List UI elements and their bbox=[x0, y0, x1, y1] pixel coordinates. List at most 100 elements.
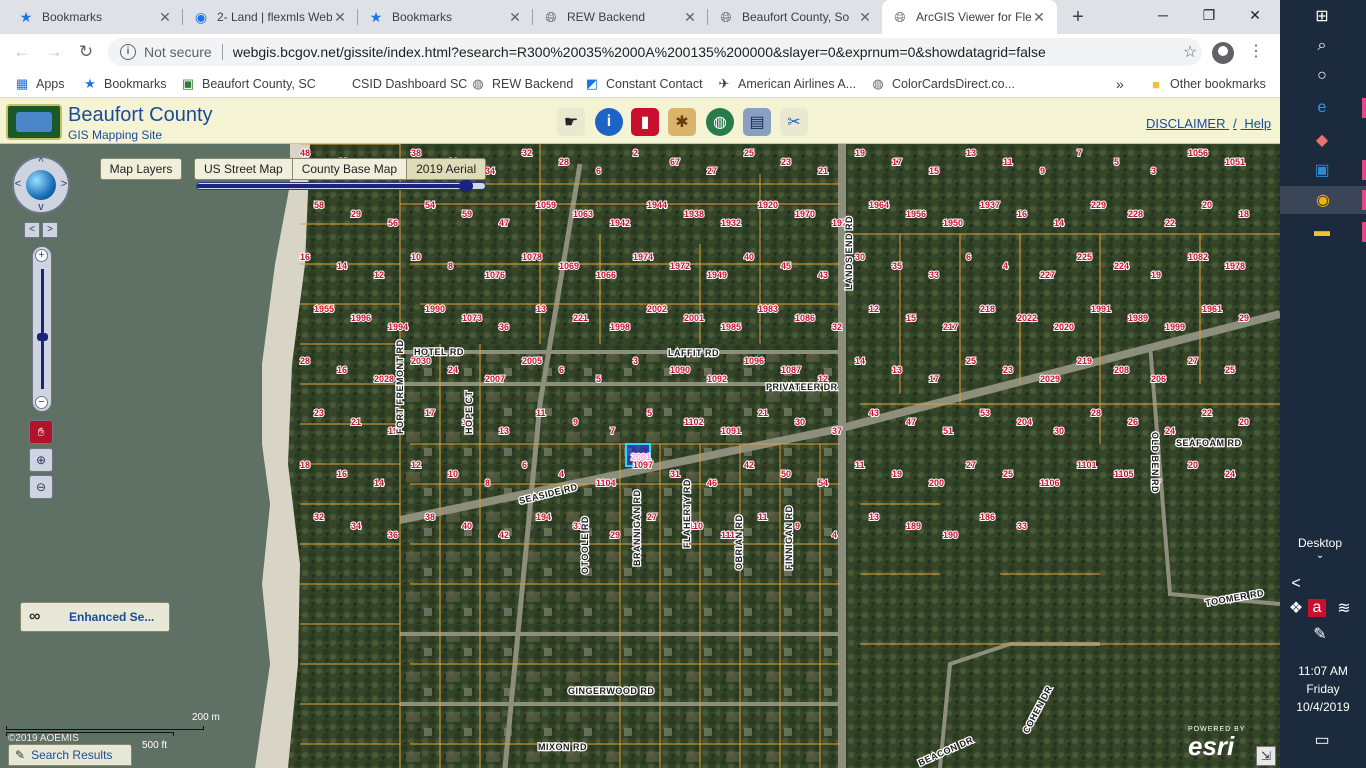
new-tab-button[interactable]: + bbox=[1066, 5, 1090, 29]
disclaimer-link[interactable]: DISCLAIMER bbox=[1146, 116, 1225, 131]
parcel-number-label: 5 bbox=[596, 374, 601, 384]
file-explorer-icon[interactable]: ▬ bbox=[1310, 220, 1334, 244]
forward-button[interactable]: → bbox=[42, 40, 66, 64]
globe-layers-icon[interactable]: ◍ bbox=[706, 108, 734, 136]
bookmark-rew-backend[interactable]: ◍ REW Backend bbox=[470, 75, 573, 93]
bookmark-constant-contact[interactable]: ◩ Constant Contact bbox=[584, 75, 703, 93]
minimize-button[interactable]: ─ bbox=[1140, 0, 1186, 30]
parcel-number-label: 11 bbox=[1003, 157, 1013, 167]
kebab-menu-icon[interactable]: ⋮ bbox=[1246, 40, 1266, 64]
basemap-county-base[interactable]: County Base Map bbox=[293, 159, 408, 179]
help-link[interactable]: Help bbox=[1244, 116, 1271, 131]
resize-corner-icon[interactable]: ⇲ bbox=[1256, 746, 1276, 766]
bookmarks-overflow-button[interactable]: » bbox=[1116, 75, 1124, 93]
site-title: Beaufort County bbox=[68, 104, 213, 126]
bookmark-colorcards[interactable]: ◍ ColorCardsDirect.co... bbox=[870, 75, 1015, 93]
tools-icon[interactable]: ✂ bbox=[780, 108, 808, 136]
close-icon[interactable]: ✕ bbox=[857, 9, 873, 26]
zoom-in-icon[interactable]: + bbox=[35, 249, 48, 262]
print-icon[interactable]: ▤ bbox=[743, 108, 771, 136]
close-window-button[interactable]: ✕ bbox=[1232, 0, 1278, 30]
zoom-slider[interactable] bbox=[32, 246, 52, 412]
basemap-us-street[interactable]: US Street Map bbox=[195, 159, 293, 179]
url-text[interactable]: webgis.bcgov.net/gissite/index.html?esea… bbox=[233, 44, 1178, 60]
tab-beaufort-county[interactable]: 🌐︎ Beaufort County, So ✕ bbox=[708, 0, 883, 34]
parcel-number-label: 16 bbox=[300, 252, 310, 262]
full-extent-globe-icon[interactable] bbox=[26, 170, 56, 200]
action-center-icon[interactable]: ▭ bbox=[1310, 728, 1334, 752]
reload-button[interactable]: ↻ bbox=[74, 40, 98, 64]
pan-north-icon[interactable]: ^ bbox=[35, 156, 47, 168]
zoom-slider-thumb[interactable] bbox=[37, 333, 48, 342]
zoom-in-tool-icon[interactable]: ⊕ bbox=[29, 448, 53, 472]
basemap-2019-aerial[interactable]: 2019 Aerial bbox=[407, 159, 486, 179]
dropbox-icon[interactable]: ❖ bbox=[1284, 596, 1308, 620]
close-icon[interactable]: ✕ bbox=[332, 9, 348, 26]
parcel-number-label: 1955 bbox=[314, 304, 334, 314]
tab-bookmarks-1[interactable]: ★ Bookmarks ✕ bbox=[8, 0, 183, 34]
close-icon[interactable]: ✕ bbox=[507, 9, 523, 26]
zoom-out-tool-icon[interactable]: ⊖ bbox=[29, 475, 53, 499]
acrobat-icon[interactable]: a bbox=[1308, 599, 1326, 617]
app-icon[interactable]: ◆ bbox=[1310, 128, 1334, 152]
desktop-toolbar[interactable]: Desktop ⌄ bbox=[1298, 536, 1342, 561]
show-hidden-icons-icon[interactable]: < bbox=[1284, 572, 1308, 596]
zoom-out-icon[interactable]: − bbox=[35, 396, 48, 409]
close-icon[interactable]: ✕ bbox=[682, 9, 698, 26]
windows-start-icon[interactable]: ⊞ bbox=[1310, 4, 1334, 28]
outlook-icon[interactable]: ▣ bbox=[1310, 158, 1334, 182]
profile-avatar-icon[interactable] bbox=[1212, 42, 1234, 64]
road-label: LAFFIT RD bbox=[668, 348, 719, 358]
close-icon[interactable]: ✕ bbox=[1031, 9, 1047, 26]
book-icon[interactable]: ▮ bbox=[631, 108, 659, 136]
star-icon: ★ bbox=[19, 8, 33, 25]
bookmark-beaufort-county[interactable]: ▣ Beaufort County, SC bbox=[180, 75, 316, 93]
palette-icon[interactable]: ✱ bbox=[668, 108, 696, 136]
map-canvas[interactable]: 2001 48444038363432286267272523211917151… bbox=[0, 144, 1280, 768]
pan-south-icon[interactable]: v bbox=[35, 201, 47, 213]
bookmark-bookmarks[interactable]: ★ Bookmarks bbox=[82, 75, 166, 93]
tab-bookmarks-2[interactable]: ★ Bookmarks ✕ bbox=[358, 0, 533, 34]
bookmark-csid-dashboard[interactable]: CSID Dashboard SC bbox=[330, 75, 467, 93]
close-icon[interactable]: ✕ bbox=[157, 9, 173, 26]
back-button[interactable]: ← bbox=[10, 40, 34, 64]
address-bar[interactable]: i Not secure webgis.bcgov.net/gissite/in… bbox=[108, 38, 1202, 66]
cortana-icon[interactable]: ○ bbox=[1310, 64, 1334, 88]
restore-button[interactable]: ❐ bbox=[1186, 0, 1232, 30]
wifi-icon[interactable]: ≋ bbox=[1332, 596, 1356, 620]
info-tool-icon[interactable]: i bbox=[595, 108, 623, 136]
pan-west-icon[interactable]: < bbox=[12, 178, 24, 190]
parcel-number-label: 5 bbox=[647, 408, 652, 418]
bookmark-star-icon[interactable]: ☆ bbox=[1178, 42, 1202, 62]
tab-rew-backend[interactable]: 🌐︎ REW Backend ✕ bbox=[533, 0, 708, 34]
bookmark-apps[interactable]: ▦ Apps bbox=[14, 75, 65, 93]
basemap-opacity-slider[interactable] bbox=[196, 180, 486, 192]
parcel-number-label: 1096 bbox=[744, 356, 764, 366]
browser-toolbar: ← → ↻ i Not secure webgis.bcgov.net/giss… bbox=[0, 34, 1280, 70]
enhanced-search-button[interactable]: ∞ Enhanced Se... bbox=[20, 602, 170, 632]
pen-icon[interactable]: ✎ bbox=[1308, 622, 1332, 646]
map-layers-button[interactable]: Map Layers bbox=[100, 158, 182, 180]
chrome-icon[interactable]: ◉ bbox=[1280, 186, 1366, 214]
tab-arcgis-viewer[interactable]: 🌐︎ ArcGIS Viewer for Fle ✕ bbox=[882, 0, 1057, 34]
pan-hand-tool-icon[interactable]: ✋︎ bbox=[29, 420, 53, 444]
info-icon[interactable]: i bbox=[120, 44, 136, 60]
search-results-tab[interactable]: ✎ Search Results bbox=[8, 744, 132, 766]
edge-browser-icon[interactable]: e bbox=[1310, 96, 1334, 120]
pan-east-icon[interactable]: > bbox=[58, 178, 70, 190]
parcel-number-label: 1964 bbox=[869, 200, 889, 210]
parcel-number-label: 28 bbox=[559, 157, 569, 167]
tab-flexmls[interactable]: ◉ 2- Land | flexmls Web ✕ bbox=[183, 0, 358, 34]
navigate-tool-icon[interactable]: ☛ bbox=[557, 108, 585, 136]
map-view[interactable]: 2001 48444038363432286267272523211917151… bbox=[0, 144, 1280, 768]
system-clock[interactable]: 11:07 AM Friday 10/4/2019 bbox=[1280, 662, 1366, 716]
parcel-number-label: 43 bbox=[818, 270, 828, 280]
parcel-number-label: 206 bbox=[1151, 374, 1166, 384]
other-bookmarks[interactable]: ■ Other bookmarks bbox=[1148, 75, 1266, 93]
bookmark-american-airlines[interactable]: ✈︎ American Airlines A... bbox=[716, 75, 857, 93]
parcel-number-label: 11 bbox=[536, 408, 546, 418]
disclaimer-help-links[interactable]: DISCLAIMER / Help bbox=[1146, 116, 1271, 131]
next-extent-icon[interactable]: > bbox=[42, 222, 58, 238]
previous-extent-icon[interactable]: < bbox=[24, 222, 40, 238]
search-icon[interactable]: ⌕ bbox=[1310, 34, 1334, 58]
